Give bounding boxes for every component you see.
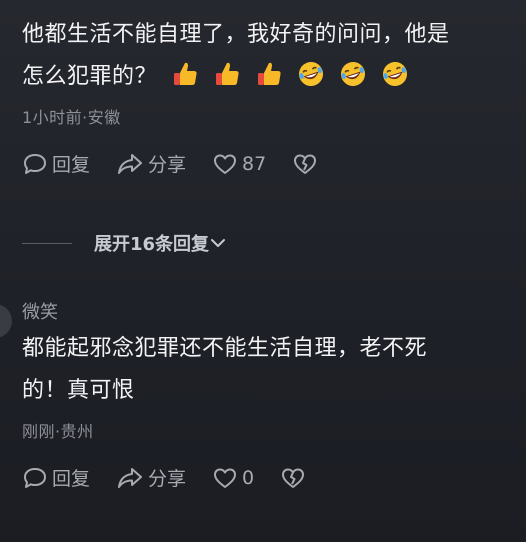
avatar[interactable] <box>0 304 12 338</box>
comment-text-line: 的！真可恨 <box>22 378 135 403</box>
chevron-down-icon <box>211 239 226 247</box>
reply-button[interactable]: 回复 <box>22 464 90 491</box>
dislike-button[interactable] <box>292 152 322 176</box>
laughing-face-icon <box>299 62 324 86</box>
thumbs-up-icon <box>174 62 197 85</box>
reply-button[interactable]: 回复 <box>22 150 90 177</box>
laughing-face-icon <box>383 62 408 86</box>
emoji-row <box>157 56 409 98</box>
comment-text-line: 都能起邪念犯罪还不能生活自理，老不死 <box>22 336 428 361</box>
comment-text-line: 怎么犯罪的？ <box>22 64 158 89</box>
laughing-face-icon <box>341 62 366 86</box>
reply-label: 回复 <box>52 468 91 490</box>
like-button[interactable]: 0 <box>212 466 254 490</box>
heart-icon <box>214 154 237 174</box>
comment-meta: 1小时前·安徽 <box>22 108 121 127</box>
reply-icon <box>24 467 46 488</box>
comment-text: 都能起邪念犯罪还不能生活自理，老不死 的！真可恨 <box>22 328 512 412</box>
comment-actions: 回复 分享 87 <box>22 150 512 177</box>
reply-icon <box>24 153 46 174</box>
comment: 他都生活不能自理了，我好奇的问问，他是 怎么犯罪的？ 1小时前·安徽 回复 分享… <box>22 14 512 177</box>
reply-label: 回复 <box>52 154 91 176</box>
share-button[interactable]: 分享 <box>116 464 186 491</box>
comment-meta: 刚刚·贵州 <box>22 422 94 441</box>
broken-heart-icon <box>294 154 317 174</box>
comment: 微笑 都能起邪念犯罪还不能生活自理，老不死 的！真可恨 刚刚·贵州 回复 分享 … <box>22 298 512 491</box>
comment-text-line: 他都生活不能自理了，我好奇的问问，他是 <box>22 22 450 47</box>
username[interactable]: 微笑 <box>22 298 512 324</box>
share-icon <box>118 153 143 174</box>
comment-actions: 回复 分享 0 <box>22 464 512 491</box>
share-label: 分享 <box>148 154 187 176</box>
like-button[interactable]: 87 <box>212 152 266 176</box>
share-label: 分享 <box>148 468 187 490</box>
divider <box>22 242 72 244</box>
share-icon <box>118 467 143 488</box>
broken-heart-icon <box>282 468 305 488</box>
expand-replies-label: 展开16条回复 <box>94 234 210 255</box>
heart-icon <box>214 468 237 488</box>
expand-replies: 展开16条回复 <box>22 230 227 256</box>
comment-text: 他都生活不能自理了，我好奇的问问，他是 怎么犯罪的？ <box>22 14 512 98</box>
dislike-button[interactable] <box>280 466 310 490</box>
thumbs-up-icon <box>258 62 281 85</box>
thumbs-up-icon <box>216 62 239 85</box>
share-button[interactable]: 分享 <box>116 150 186 177</box>
like-count: 0 <box>242 466 255 489</box>
expand-replies-button[interactable]: 展开16条回复 <box>94 230 227 256</box>
like-count: 87 <box>242 152 267 175</box>
